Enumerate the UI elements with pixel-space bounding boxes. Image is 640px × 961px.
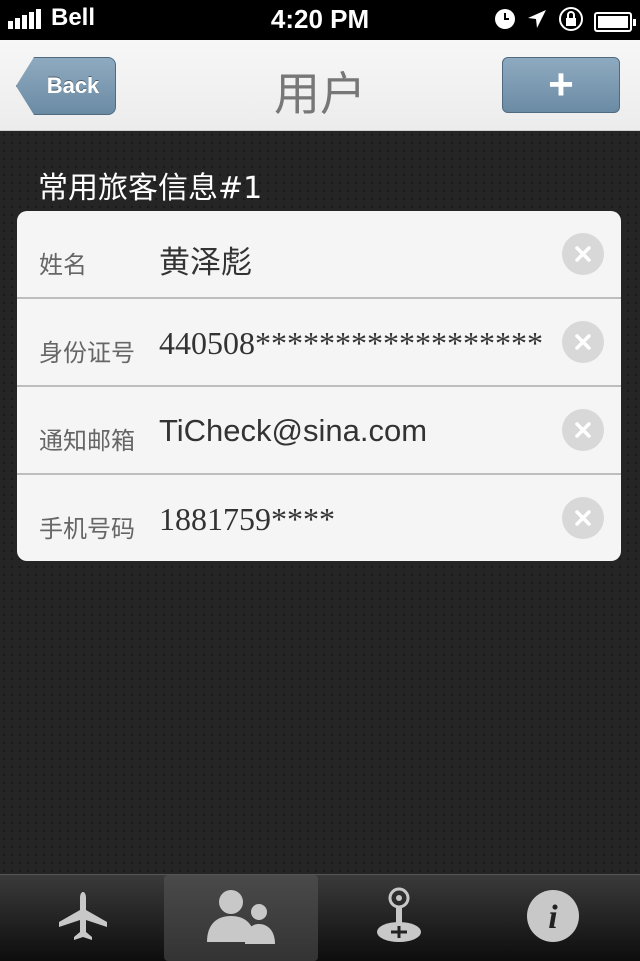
email-field[interactable]: TiCheck@sina.com	[159, 413, 427, 449]
location-icon	[526, 8, 548, 35]
field-label: 身份证号	[39, 339, 135, 367]
name-field[interactable]: 黄泽彪	[159, 237, 252, 282]
field-row-phone: 手机号码 1881759****	[17, 475, 621, 561]
id-number-field[interactable]: 440508******************	[159, 325, 543, 362]
plus-icon: +	[548, 60, 574, 109]
field-row-id: 身份证号 440508******************	[17, 299, 621, 387]
airplane-icon	[55, 888, 111, 949]
svg-text:i: i	[548, 899, 558, 936]
traveler-info-card: 姓名 黄泽彪 身份证号 440508****************** 通知邮…	[17, 211, 621, 561]
add-button[interactable]: +	[502, 57, 620, 113]
users-icon	[203, 886, 279, 951]
clear-icon[interactable]	[562, 233, 604, 275]
status-bar: Bell 4:20 PM	[0, 0, 640, 40]
phone-field[interactable]: 1881759****	[159, 501, 335, 538]
section-title: 常用旅客信息#1	[38, 171, 263, 206]
field-row-email: 通知邮箱 TiCheck@sina.com	[17, 387, 621, 475]
content-area: 常用旅客信息#1 姓名 黄泽彪 身份证号 440508*************…	[0, 131, 640, 874]
tab-info[interactable]: i	[476, 875, 630, 961]
tab-games[interactable]	[322, 875, 476, 961]
joystick-icon	[371, 886, 427, 951]
info-icon: i	[525, 888, 581, 949]
clear-icon[interactable]	[562, 321, 604, 363]
navigation-bar: Back 用户 +	[0, 40, 640, 131]
rotation-lock-icon	[558, 6, 584, 37]
clear-icon[interactable]	[562, 409, 604, 451]
field-label: 手机号码	[39, 515, 135, 543]
field-row-name: 姓名 黄泽彪	[17, 211, 621, 299]
tab-users[interactable]	[164, 875, 318, 961]
status-right	[484, 6, 636, 37]
tab-bar: i	[0, 874, 640, 961]
clock-icon	[494, 8, 516, 35]
tab-flights[interactable]	[6, 875, 160, 961]
field-label: 姓名	[39, 251, 87, 279]
clear-icon[interactable]	[562, 497, 604, 539]
battery-icon	[594, 11, 636, 32]
field-label: 通知邮箱	[39, 427, 135, 455]
